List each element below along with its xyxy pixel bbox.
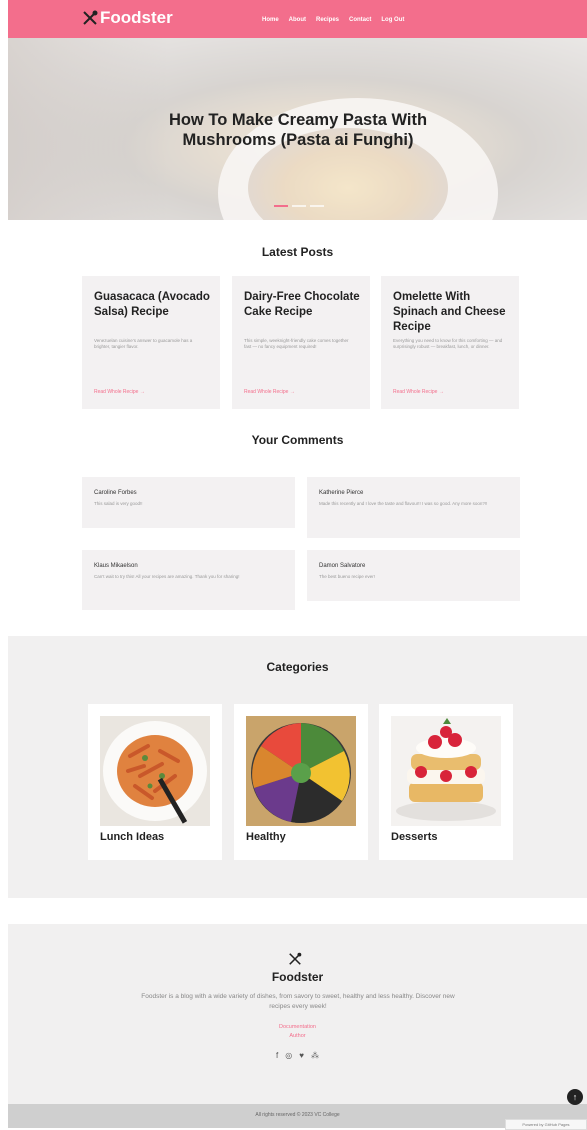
post-card: Guasacaca (Avocado Salsa) Recipe Venezue… (82, 276, 220, 409)
carousel-indicators (274, 205, 324, 207)
categories-title: Categories (266, 660, 329, 674)
post-excerpt: Everything you need to know for this com… (393, 338, 503, 349)
comment-text: The best bueno recipe ever! (319, 574, 376, 579)
instagram-icon[interactable]: ◎ (285, 1051, 292, 1060)
category-label: Healthy (246, 831, 286, 843)
nav-recipes[interactable]: Recipes (316, 17, 339, 23)
footer-link-documentation[interactable]: Documentation (8, 1024, 587, 1030)
comments-title: Your Comments (251, 433, 344, 447)
comment-author: Damon Salvatore (319, 563, 366, 569)
categories-section: Categories Lunch Ideas Healthy Desserts (8, 636, 587, 898)
footer-brand: Foodster (271, 970, 324, 984)
nav-about[interactable]: About (289, 17, 306, 23)
post-card: Dairy-Free Chocolate Cake Recipe This si… (232, 276, 370, 409)
post-excerpt: Venezuelan cuisine’s answer to guacamole… (94, 338, 193, 349)
twitter-icon[interactable]: ♥ (299, 1051, 304, 1060)
page: Foodster Home About Recipes Contact Log … (8, 0, 587, 1130)
social-links: f ◎ ♥ ⁂ (276, 1051, 319, 1060)
comment-card: Damon Salvatore The best bueno recipe ev… (307, 550, 520, 601)
copyright-text: All rights reserved © 2023 VC College (255, 1112, 340, 1118)
carousel-dot-2[interactable] (292, 205, 306, 207)
lunch-image (100, 716, 210, 826)
nav-logout[interactable]: Log Out (381, 17, 404, 23)
hero-banner[interactable]: How To Make Creamy Pasta With Mushrooms … (8, 38, 587, 220)
nav-contact[interactable]: Contact (349, 17, 371, 23)
brand-logo[interactable]: Foodster (82, 8, 173, 28)
comment-author: Caroline Forbes (94, 490, 137, 496)
navbar: Foodster Home About Recipes Contact Log … (8, 0, 587, 38)
read-recipe-link[interactable]: Read Whole Recipe → (244, 389, 295, 395)
category-card-healthy[interactable]: Healthy (234, 704, 368, 860)
comment-text: This salad is very good!! (94, 501, 143, 506)
nav-links: Home About Recipes Contact Log Out (262, 17, 404, 23)
comment-text: Made this recently and I love the taste … (319, 501, 488, 506)
comment-text: Can’t wait to try this! All your recipes… (94, 574, 240, 579)
post-title: Omelette With Spinach and Cheese Recipe (393, 291, 506, 333)
category-label: Lunch Ideas (100, 831, 165, 843)
hero-title: How To Make Creamy Pasta With Mushrooms … (168, 111, 428, 149)
arrow-up-icon[interactable]: ↑ (567, 1089, 583, 1105)
category-label: Desserts (391, 831, 438, 843)
comment-author: Katherine Pierce (319, 490, 364, 496)
comment-card: Caroline Forbes This salad is very good!… (82, 477, 295, 528)
copyright-bar: All rights reserved © 2023 VC College (8, 1104, 587, 1128)
footer-link-author[interactable]: Author (8, 1033, 587, 1039)
sitemap-icon[interactable]: ⁂ (311, 1051, 319, 1060)
footer-description: Foodster is a blog with a wide variety o… (141, 993, 455, 1010)
utensils-icon (289, 952, 302, 965)
hosting-badge[interactable]: Powered by GitHub Pages (505, 1119, 587, 1130)
desserts-image (391, 716, 501, 826)
post-title: Guasacaca (Avocado Salsa) Recipe (94, 291, 210, 318)
carousel-dot-1[interactable] (274, 205, 288, 207)
latest-posts-title: Latest Posts (261, 245, 334, 259)
footer: Foodster Foodster is a blog with a wide … (8, 924, 587, 1104)
read-recipe-link[interactable]: Read Whole Recipe → (94, 389, 145, 395)
category-card-lunch[interactable]: Lunch Ideas (88, 704, 222, 860)
comment-card: Katherine Pierce Made this recently and … (307, 477, 520, 538)
healthy-image (246, 716, 356, 826)
read-recipe-link[interactable]: Read Whole Recipe → (393, 389, 444, 395)
post-card: Omelette With Spinach and Cheese Recipe … (381, 276, 519, 409)
comment-card: Klaus Mikaelson Can’t wait to try this! … (82, 550, 295, 610)
facebook-icon[interactable]: f (276, 1051, 278, 1060)
post-title: Dairy-Free Chocolate Cake Recipe (244, 291, 360, 318)
comment-author: Klaus Mikaelson (94, 563, 138, 569)
nav-home[interactable]: Home (262, 17, 279, 23)
utensils-icon (83, 10, 98, 25)
brand-name: Foodster (100, 8, 173, 27)
post-excerpt: This simple, weeknight-friendly cake com… (244, 338, 349, 349)
category-card-desserts[interactable]: Desserts (379, 704, 513, 860)
carousel-dot-3[interactable] (310, 205, 324, 207)
